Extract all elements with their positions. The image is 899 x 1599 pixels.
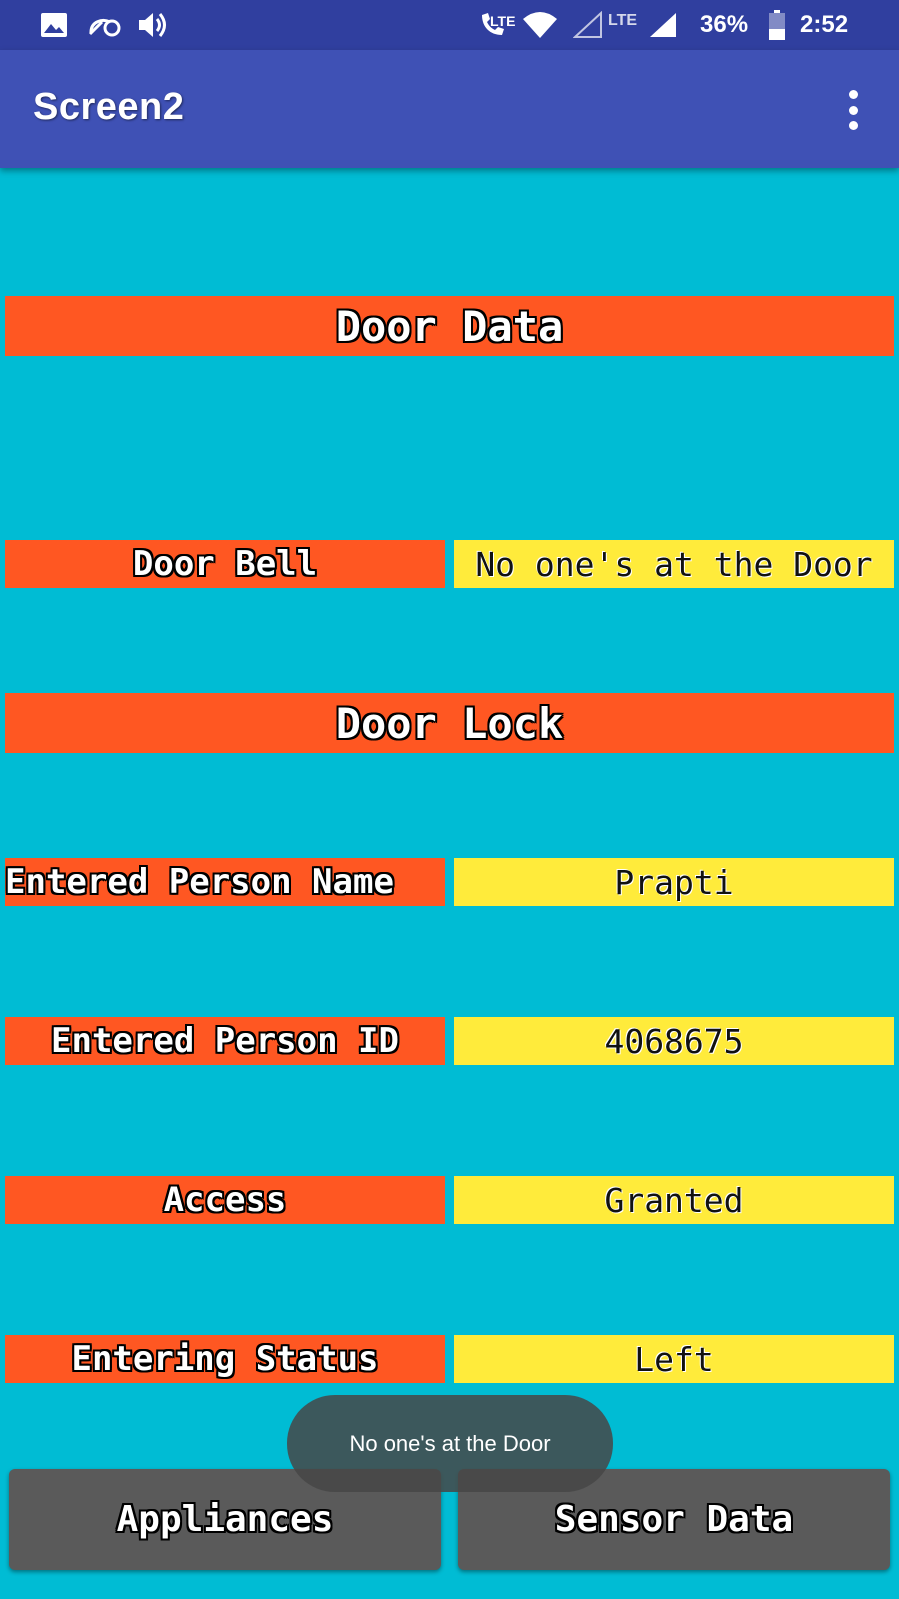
data-saver-icon <box>88 11 122 39</box>
app-title: Screen2 <box>33 86 185 128</box>
wifi-icon <box>522 11 558 39</box>
entered-person-name-value: Prapti <box>454 858 894 906</box>
battery-percent: 36% <box>700 11 749 38</box>
volume-icon <box>137 11 169 39</box>
entering-status-label: Entering Status <box>5 1335 445 1383</box>
door-bell-value: No one's at the Door <box>454 540 894 588</box>
entering-status-value: Left <box>454 1335 894 1383</box>
entered-person-id-label: Entered Person ID <box>5 1017 445 1065</box>
entered-person-name-label: Entered Person Name <box>5 858 445 906</box>
signal-empty-icon <box>573 11 603 39</box>
app-bar: Screen2 <box>0 50 899 168</box>
toast-message: No one's at the Door <box>287 1395 613 1492</box>
access-value: Granted <box>454 1176 894 1224</box>
clock: 2:52 <box>800 11 849 38</box>
lte-label-2: LTE <box>608 12 638 29</box>
door-data-header: Door Data <box>5 296 894 356</box>
status-bar: LTE LTE 36% 2:52 <box>0 0 899 50</box>
battery-icon <box>768 10 786 40</box>
entered-person-id-value: 4068675 <box>454 1017 894 1065</box>
access-label: Access <box>5 1176 445 1224</box>
door-bell-label: Door Bell <box>5 540 445 588</box>
signal-icon <box>648 11 678 39</box>
lte-label: LTE <box>490 13 516 29</box>
door-lock-header: Door Lock <box>5 693 894 753</box>
image-icon <box>40 11 68 39</box>
more-vert-icon[interactable] <box>841 90 865 130</box>
